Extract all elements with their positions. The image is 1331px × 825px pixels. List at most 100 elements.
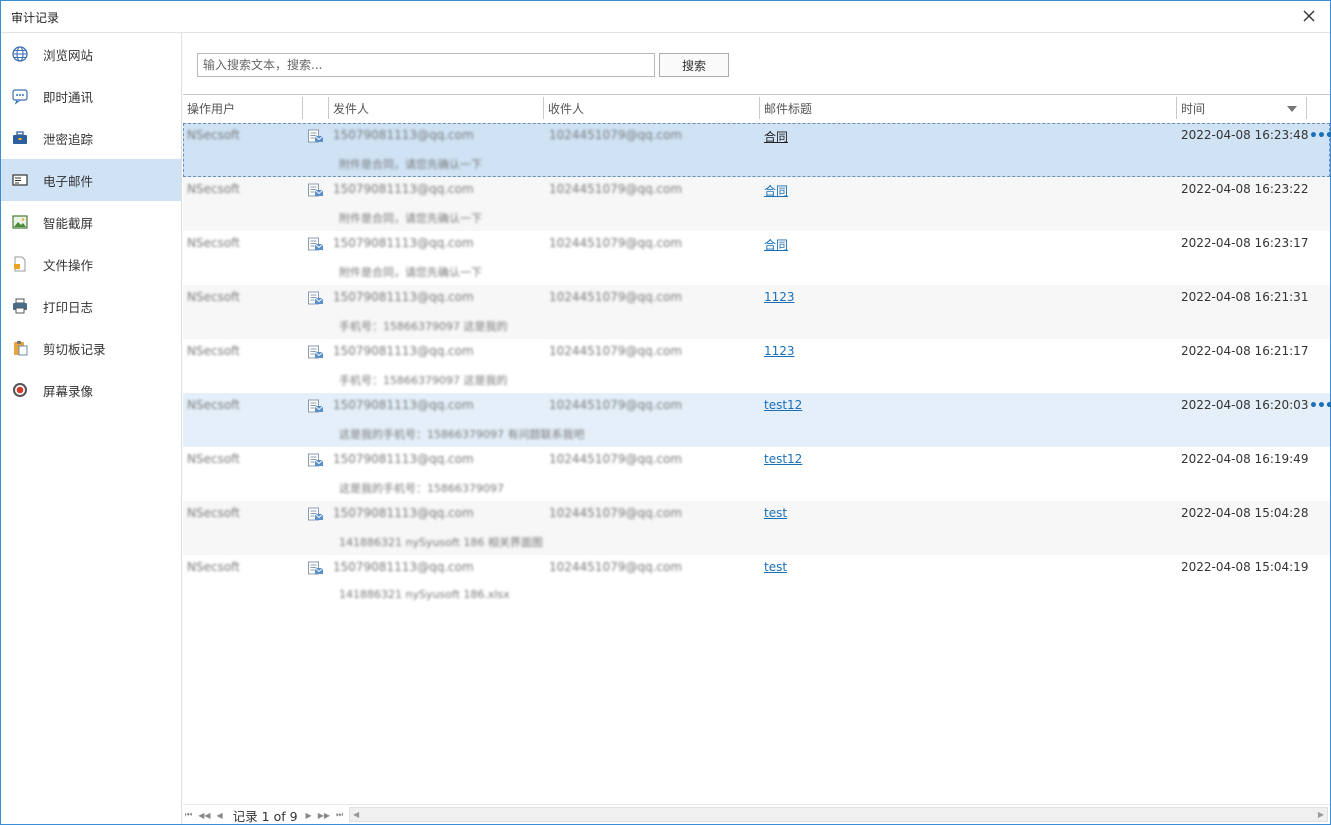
grid-header: 操作用户 发件人 收件人 邮件标题 时间 — [183, 95, 1330, 123]
window-title: 审计记录 — [11, 11, 60, 25]
sidebar-item-label: 浏览网站 — [43, 47, 94, 63]
email-snippet: 附件是合同，请您先确认一下 — [339, 266, 482, 279]
table-row[interactable]: NSecsoft 15079081113@qq.com 1024451079@qq.… — [183, 447, 1330, 501]
first-page-icon[interactable]: ⏮ — [185, 810, 192, 820]
sort-descending-icon[interactable] — [1287, 106, 1297, 112]
operator-user: NSecsoft — [187, 344, 240, 358]
email-snippet: 141886321 nySyusoft 186 相关界面图 — [339, 536, 543, 549]
horizontal-scrollbar[interactable]: ◀ ▶ — [349, 807, 1328, 822]
sender-address: 15079081113@qq.com — [333, 128, 474, 142]
table-row[interactable]: NSecsoft 15079081113@qq.com 1024451079@qq.… — [183, 339, 1330, 393]
sidebar: 浏览网站 即时通讯 泄密追踪 电子邮件 智能截屏 文件操作 打印日志 剪切板记录… — [1, 33, 182, 824]
sender-address: 15079081113@qq.com — [333, 398, 474, 412]
audit-window: 审计记录 浏览网站 即时通讯 泄密追踪 电子邮件 智能截屏 文件操作 打印日志 … — [0, 0, 1331, 825]
briefcase-icon — [11, 129, 29, 147]
table-row[interactable]: NSecsoft 15079081113@qq.com 1024451079@qq.… — [183, 177, 1330, 231]
sidebar-item-label: 屏幕录像 — [43, 383, 94, 399]
operator-user: NSecsoft — [187, 182, 240, 196]
chat-bubble-icon — [11, 87, 29, 105]
email-subject-link[interactable]: 合同 — [764, 128, 788, 145]
email-subject-link[interactable]: 1123 — [764, 344, 795, 358]
recipient-address: 1024451079@qq.com — [549, 452, 683, 466]
email-snippet: 手机号：15866379097 这是我的 — [339, 374, 508, 387]
operator-user: NSecsoft — [187, 506, 240, 520]
table-row[interactable]: NSecsoft 15079081113@qq.com 1024451079@qq.… — [183, 285, 1330, 339]
image-icon — [11, 213, 29, 231]
sidebar-item-clipboard[interactable]: 剪切板记录 — [1, 327, 181, 369]
email-snippet: 这是我的手机号：15866379097 — [339, 482, 504, 495]
sidebar-item-leak-tracking[interactable]: 泄密追踪 — [1, 117, 181, 159]
sidebar-item-screen-recording[interactable]: 屏幕录像 — [1, 369, 181, 411]
more-options-icon[interactable]: ••• — [1309, 398, 1331, 414]
column-header-time[interactable]: 时间 — [1177, 95, 1307, 123]
sidebar-item-label: 电子邮件 — [43, 173, 94, 189]
email-snippet: 附件是合同，请您先确认一下 — [339, 158, 482, 171]
column-header-to[interactable]: 收件人 — [544, 95, 760, 123]
sidebar-item-file-operations[interactable]: 文件操作 — [1, 243, 181, 285]
last-page-icon[interactable]: ⏭ — [336, 810, 343, 820]
sidebar-item-instant-messaging[interactable]: 即时通讯 — [1, 75, 181, 117]
printer-icon — [11, 297, 29, 315]
operator-user: NSecsoft — [187, 236, 240, 250]
recipient-address: 1024451079@qq.com — [549, 290, 683, 304]
sender-address: 15079081113@qq.com — [333, 182, 474, 196]
sender-address: 15079081113@qq.com — [333, 236, 474, 250]
sender-address: 15079081113@qq.com — [333, 452, 474, 466]
email-subject-link[interactable]: 1123 — [764, 290, 795, 304]
search-input[interactable] — [197, 53, 655, 77]
email-time: 2022-04-08 16:20:03 — [1181, 398, 1309, 412]
table-row[interactable]: NSecsoft 15079081113@qq.com 1024451079@qq.… — [183, 501, 1330, 555]
email-attachment-icon — [307, 290, 324, 307]
pager: ⏮ ◀◀ ◀ 记录 1 of 9 ▶ ▶▶ ⏭ — [185, 806, 349, 824]
email-subject-link[interactable]: 合同 — [764, 182, 788, 199]
table-row[interactable]: NSecsoft 15079081113@qq.com 1024451079@qq.… — [183, 393, 1331, 447]
prev-group-icon[interactable]: ◀◀ — [198, 811, 210, 820]
more-options-icon[interactable]: ••• — [1309, 128, 1331, 144]
email-attachment-icon — [307, 506, 324, 523]
email-time: 2022-04-08 16:21:31 — [1181, 290, 1309, 304]
sender-address: 15079081113@qq.com — [333, 344, 474, 358]
scroll-right-icon[interactable]: ▶ — [1318, 810, 1324, 819]
email-time: 2022-04-08 16:19:49 — [1181, 452, 1309, 466]
sidebar-item-email[interactable]: 电子邮件 — [1, 159, 181, 201]
next-group-icon[interactable]: ▶▶ — [318, 811, 330, 820]
main-panel: 搜索 操作用户 发件人 收件人 邮件标题 时间 NSecsoft 15079081… — [183, 33, 1331, 824]
search-button[interactable]: 搜索 — [659, 53, 729, 77]
email-subject-link[interactable]: test — [764, 506, 787, 520]
operator-user: NSecsoft — [187, 128, 240, 142]
email-subject-link[interactable]: 合同 — [764, 236, 788, 253]
recipient-address: 1024451079@qq.com — [549, 560, 683, 574]
scroll-left-icon[interactable]: ◀ — [353, 810, 359, 819]
operator-user: NSecsoft — [187, 398, 240, 412]
email-attachment-icon — [307, 452, 324, 469]
record-counter: 记录 1 of 9 — [232, 808, 298, 824]
email-subject-link[interactable]: test — [764, 560, 787, 574]
sidebar-item-label: 打印日志 — [43, 299, 94, 315]
email-grid: 操作用户 发件人 收件人 邮件标题 时间 NSecsoft 15079081113… — [183, 94, 1331, 806]
sidebar-item-smart-screenshot[interactable]: 智能截屏 — [1, 201, 181, 243]
sender-address: 15079081113@qq.com — [333, 506, 474, 520]
table-row[interactable]: NSecsoft 15079081113@qq.com 1024451079@qq.… — [183, 555, 1330, 609]
clipboard-icon — [11, 339, 29, 357]
email-snippet: 附件是合同，请您先确认一下 — [339, 212, 482, 225]
sidebar-item-browse-web[interactable]: 浏览网站 — [1, 33, 181, 75]
email-snippet: 这是我的手机号：15866379097 有问题联系我吧 — [339, 428, 585, 441]
next-page-icon[interactable]: ▶ — [306, 811, 312, 820]
email-attachment-icon — [307, 560, 324, 577]
operator-user: NSecsoft — [187, 452, 240, 466]
email-subject-link[interactable]: test12 — [764, 398, 802, 412]
recipient-address: 1024451079@qq.com — [549, 398, 683, 412]
table-row[interactable]: NSecsoft 15079081113@qq.com 1024451079@qq.… — [183, 123, 1331, 177]
email-snippet: 141886321 nySyusoft 186.xlsx — [339, 588, 510, 601]
table-row[interactable]: NSecsoft 15079081113@qq.com 1024451079@qq.… — [183, 231, 1330, 285]
column-header-from[interactable]: 发件人 — [329, 95, 544, 123]
column-header-user[interactable]: 操作用户 — [183, 95, 303, 123]
sender-address: 15079081113@qq.com — [333, 560, 474, 574]
column-header-subject[interactable]: 邮件标题 — [760, 95, 1177, 123]
prev-page-icon[interactable]: ◀ — [217, 811, 223, 820]
email-time: 2022-04-08 16:23:48 — [1181, 128, 1309, 142]
email-subject-link[interactable]: test12 — [764, 452, 802, 466]
sidebar-item-label: 泄密追踪 — [43, 131, 94, 147]
close-icon[interactable] — [1300, 7, 1318, 25]
sidebar-item-print-log[interactable]: 打印日志 — [1, 285, 181, 327]
